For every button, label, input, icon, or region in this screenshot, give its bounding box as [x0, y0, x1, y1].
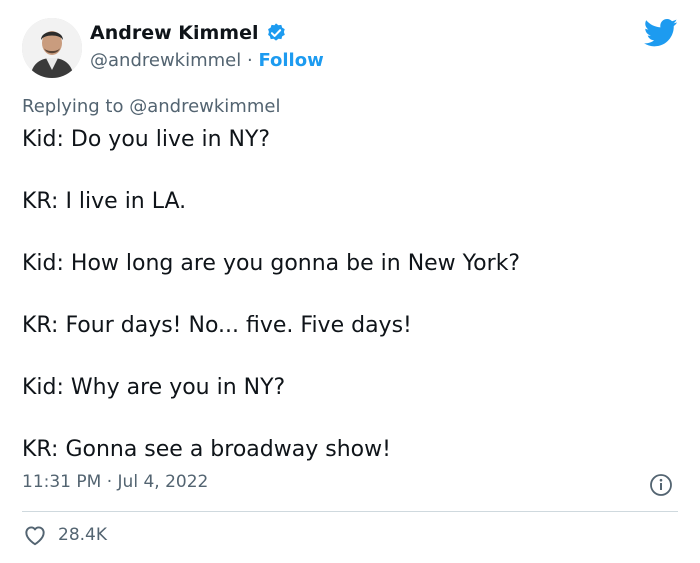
tweet-line: Kid: Why are you in NY? — [22, 375, 286, 400]
handle-separator: · — [246, 50, 253, 71]
reply-mention-link[interactable]: @andrewkimmel — [129, 96, 280, 117]
tweet-line: Kid: How long are you gonna be in New Yo… — [22, 251, 521, 276]
avatar[interactable] — [22, 18, 82, 78]
tweet-timestamp[interactable]: 11:31 PM · Jul 4, 2022 — [22, 472, 208, 492]
heart-icon — [22, 522, 48, 548]
handle-row: @andrewkimmel · Follow — [90, 50, 324, 71]
tweet-line: KR: Four days! No... five. Five days! — [22, 313, 412, 338]
like-count: 28.4K — [58, 525, 107, 545]
tweet-date: Jul 4, 2022 — [117, 472, 209, 492]
info-icon[interactable] — [649, 473, 673, 497]
like-button[interactable]: 28.4K — [22, 522, 107, 548]
tweet-line: Kid: Do you live in NY? — [22, 127, 271, 152]
user-name-row: Andrew Kimmel — [90, 22, 287, 44]
display-name[interactable]: Andrew Kimmel — [90, 22, 259, 44]
tweet-time: 11:31 PM — [22, 472, 102, 492]
replying-to: Replying to @andrewkimmel — [22, 96, 280, 117]
replying-prefix: Replying to — [22, 96, 124, 117]
verified-badge-icon — [265, 22, 287, 44]
follow-button[interactable]: Follow — [258, 50, 323, 71]
twitter-bird-icon[interactable] — [643, 18, 678, 48]
tweet-text: Kid: Do you live in NY? KR: I live in LA… — [22, 126, 672, 498]
user-handle[interactable]: @andrewkimmel — [90, 50, 241, 71]
timestamp-separator: · — [106, 472, 113, 492]
tweet-line: KR: I live in LA. — [22, 189, 187, 214]
tweet-line: KR: Gonna see a broadway show! — [22, 437, 391, 462]
divider — [22, 511, 678, 512]
